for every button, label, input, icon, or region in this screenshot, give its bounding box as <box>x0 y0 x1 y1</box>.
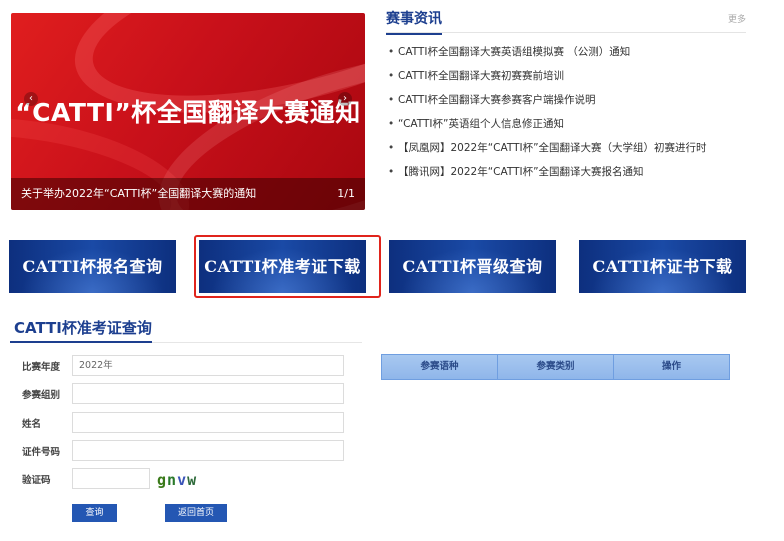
news-list: CATTI杯全国翻译大赛英语组模拟赛 （公测）通知 CATTI杯全国翻译大赛初赛… <box>386 45 746 189</box>
captcha-char: v <box>177 471 188 489</box>
news-item[interactable]: CATTI杯全国翻译大赛初赛赛前培训 <box>386 69 746 93</box>
registration-query-label: CATTI杯报名查询 <box>22 257 163 276</box>
nav-banner-buttons: CATTI杯报名查询 CATTI杯准考证下载 CATTI杯晋级查询 CATTI杯… <box>9 235 749 298</box>
admission-ticket-download-label: CATTI杯准考证下载 <box>204 257 361 276</box>
news-title: 赛事资讯 <box>386 8 442 35</box>
column-header-language: 参赛语种 <box>382 355 498 379</box>
news-item[interactable]: CATTI杯全国翻译大赛参赛客户端操作说明 <box>386 93 746 117</box>
certificate-download-label: CATTI杯证书下载 <box>592 257 733 276</box>
certificate-download-button[interactable]: CATTI杯证书下载 <box>579 240 746 293</box>
group-field[interactable] <box>72 383 344 404</box>
form-title: CATTI杯准考证查询 <box>14 319 152 337</box>
promotion-query-label: CATTI杯晋级查询 <box>402 257 543 276</box>
name-field[interactable] <box>72 412 344 433</box>
captcha-char: n <box>167 471 178 489</box>
chevron-right-icon[interactable]: › <box>338 92 352 106</box>
news-item[interactable]: “CATTI杯”英语组个人信息修正通知 <box>386 117 746 141</box>
captcha-char: w <box>187 471 198 489</box>
results-table-header: 参赛语种 参赛类别 操作 <box>381 354 730 380</box>
captcha-label: 验证码 <box>22 475 51 486</box>
news-item[interactable]: CATTI杯全国翻译大赛英语组模拟赛 （公测）通知 <box>386 45 746 69</box>
news-panel: 赛事资讯 更多 CATTI杯全国翻译大赛英语组模拟赛 （公测）通知 CATTI杯… <box>386 6 746 189</box>
query-button[interactable]: 查询 <box>72 504 117 522</box>
banner-page-indicator: 1/1 <box>337 187 355 200</box>
news-header: 赛事资讯 更多 <box>386 6 746 35</box>
banner-carousel[interactable]: “CATTI”杯全国翻译大赛通知 ‹ › 关于举办2022年“CATTI杯”全国… <box>11 13 365 210</box>
column-header-category: 参赛类别 <box>498 355 614 379</box>
year-label: 比赛年度 <box>22 362 61 373</box>
captcha-field[interactable] <box>72 468 150 489</box>
name-label: 姓名 <box>22 419 42 430</box>
return-home-button[interactable]: 返回首页 <box>165 504 227 522</box>
id-label: 证件号码 <box>22 447 61 458</box>
form-title-underline <box>10 341 152 343</box>
year-field[interactable]: 2022年 <box>72 355 344 376</box>
captcha-char: g <box>157 471 168 489</box>
chevron-left-icon[interactable]: ‹ <box>24 92 38 106</box>
form-title-divider <box>152 342 362 343</box>
id-number-field[interactable] <box>72 440 344 461</box>
promotion-query-button[interactable]: CATTI杯晋级查询 <box>389 240 556 293</box>
group-label: 参赛组别 <box>22 390 61 401</box>
banner-title: “CATTI”杯全国翻译大赛通知 <box>15 98 361 127</box>
column-header-action: 操作 <box>661 361 681 372</box>
news-item[interactable]: 【腾讯网】2022年“CATTI杯”全国翻译大赛报名通知 <box>386 165 746 189</box>
banner-caption[interactable]: 关于举办2022年“CATTI杯”全国翻译大赛的通知 1/1 <box>11 178 365 210</box>
captcha-image[interactable]: gnvw <box>157 469 215 491</box>
banner-caption-text[interactable]: 关于举办2022年“CATTI杯”全国翻译大赛的通知 <box>21 187 256 200</box>
news-item[interactable]: 【凤凰网】2022年“CATTI杯”全国翻译大赛（大学组）初赛进行时 <box>386 141 746 165</box>
registration-query-button[interactable]: CATTI杯报名查询 <box>9 240 176 293</box>
news-more-link[interactable]: 更多 <box>728 12 746 25</box>
